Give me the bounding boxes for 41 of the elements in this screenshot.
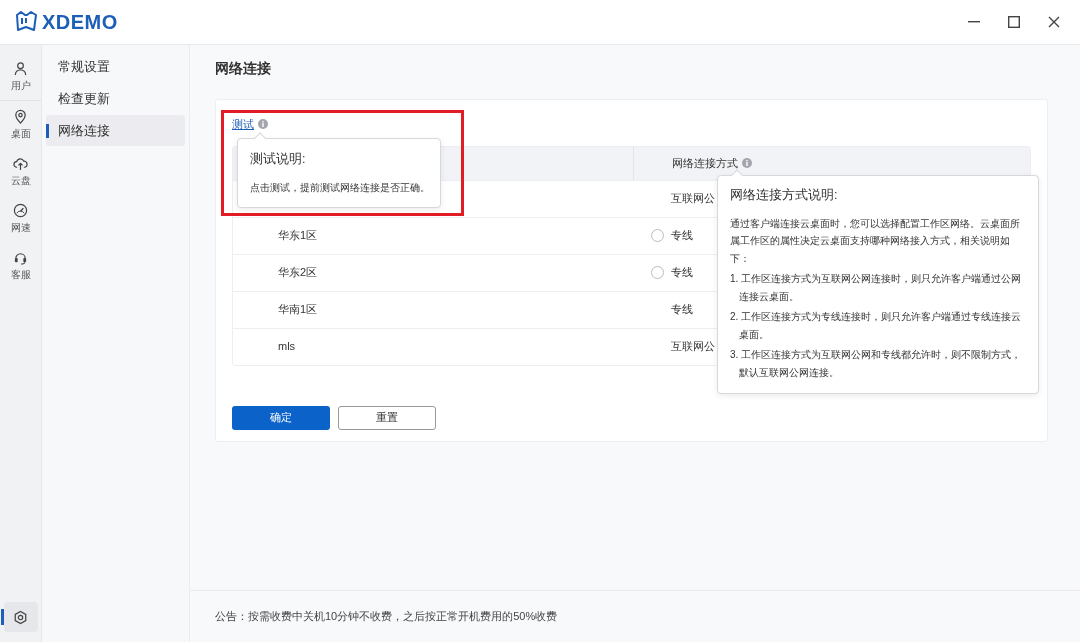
table-cell-text: 专线 (671, 228, 693, 244)
tooltip-list-item: 1. 工作区连接方式为互联网公网连接时，则只允许客户端通过公网连接云桌面。 (730, 272, 1023, 304)
settings-icon[interactable] (13, 609, 28, 625)
table-cell-text: 华东1区 (278, 228, 318, 244)
sidebar-item[interactable]: 检查更新 (46, 83, 185, 114)
sidebar-item[interactable]: 网络连接 (46, 115, 185, 146)
tooltip-list-item: 2. 工作区连接方式为专线连接时，则只允许客户端通过专线连接云桌面。 (730, 310, 1023, 342)
minimize-icon[interactable] (968, 21, 980, 23)
table-cell-text: 互联网公 (671, 191, 715, 207)
tooltip-list-item: 3. 工作区连接方式为互联网公网和专线都允许时，则不限制方式，默认互联网公网连接。 (730, 348, 1023, 380)
table-cell-text: 专线 (671, 265, 693, 281)
reset-button[interactable]: 重置 (338, 405, 436, 430)
rail-tab[interactable]: 云盘 (0, 148, 42, 195)
user-icon[interactable] (13, 60, 28, 76)
location-pin-icon[interactable] (13, 108, 28, 124)
tooltip-title: 测试说明: (250, 151, 307, 168)
test-link[interactable]: 测试 (232, 116, 254, 133)
logo-icon (14, 11, 38, 33)
rail-tab[interactable]: 网速 (0, 195, 42, 242)
speedometer-icon[interactable] (13, 202, 28, 218)
sidebar-item[interactable]: 常规设置 (46, 51, 185, 82)
table-cell-text: 互联网公 (671, 339, 715, 355)
tooltip-text: 点击测试，提前测试网络连接是否正确。 (250, 180, 428, 195)
column-header: 网络连接方式 (672, 155, 738, 171)
rail-tab[interactable]: 客服 (0, 242, 42, 289)
rail-tab[interactable]: 用户 (0, 53, 42, 100)
table-cell-text: 华南1区 (278, 302, 318, 318)
notice-text: 公告：按需收费中关机10分钟不收费，之后按正常开机费用的50%收费 (215, 609, 558, 625)
tooltip-title: 网络连接方式说明: (730, 187, 839, 204)
cloud-upload-icon[interactable] (13, 155, 28, 171)
table-cell-text: 专线 (671, 302, 693, 318)
radio-button[interactable] (651, 229, 664, 242)
confirm-button[interactable]: 确定 (232, 405, 330, 430)
table-cell-text: mls (278, 339, 296, 355)
page-title: 网络连接 (215, 59, 272, 78)
tooltip-text: 通过客户端连接云桌面时，您可以选择配置工作区网络。云桌面所属工作区的属性决定云桌面支持哪种网络接入方式，相关说明如下： (730, 216, 1021, 266)
app-logo-text: XDEMO (42, 10, 118, 35)
settings-button[interactable] (3, 602, 38, 632)
table-cell-text: 华东2区 (278, 265, 318, 281)
rail-tab[interactable]: 桌面 (0, 101, 42, 148)
radio-button[interactable] (651, 266, 664, 279)
